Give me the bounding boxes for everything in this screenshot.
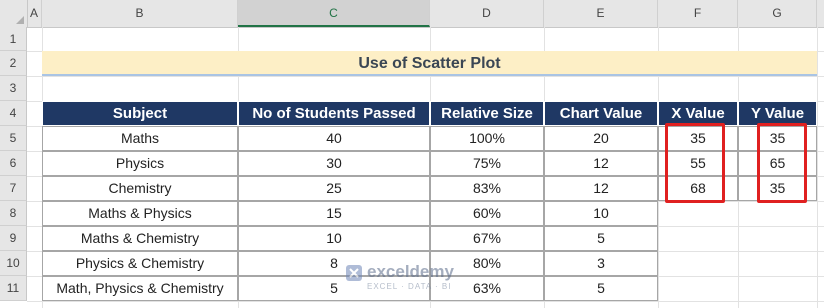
table-cell[interactable]: 25	[238, 176, 430, 201]
row-header-11[interactable]: 11	[0, 276, 27, 301]
y-value-highlight-box	[757, 123, 807, 203]
table-cell[interactable]: 5	[544, 226, 658, 251]
gridline	[817, 27, 818, 308]
column-header-c[interactable]: C	[238, 0, 430, 27]
table-cell[interactable]: 15	[238, 201, 430, 226]
row-header-1[interactable]: 1	[0, 27, 27, 51]
table-cell[interactable]: 20	[544, 126, 658, 151]
table-cell[interactable]: Maths	[42, 126, 238, 151]
row-header-4[interactable]: 4	[0, 101, 27, 126]
gridline	[27, 76, 824, 77]
select-all-icon	[16, 16, 24, 24]
header-relative-size[interactable]: Relative Size	[430, 101, 544, 126]
table-cell[interactable]: 12	[544, 176, 658, 201]
header-students-passed[interactable]: No of Students Passed	[238, 101, 430, 126]
header-subject[interactable]: Subject	[42, 101, 238, 126]
row-header-8[interactable]: 8	[0, 201, 27, 226]
row-header-6[interactable]: 6	[0, 151, 27, 176]
table-cell[interactable]: Chemistry	[42, 176, 238, 201]
table-cell[interactable]: 12	[544, 151, 658, 176]
table-cell[interactable]: 3	[544, 251, 658, 276]
exceldemy-logo-icon	[346, 265, 362, 281]
row-header-7[interactable]: 7	[0, 176, 27, 201]
table-cell[interactable]: Physics	[42, 151, 238, 176]
watermark-name: exceldemy	[367, 262, 454, 281]
table-cell[interactable]: Maths & Physics	[42, 201, 238, 226]
row-header-10[interactable]: 10	[0, 251, 27, 276]
select-all-corner[interactable]	[0, 0, 28, 27]
gridline	[27, 301, 824, 302]
table-cell[interactable]: Math, Physics & Chemistry	[42, 276, 238, 301]
row-header-3[interactable]: 3	[0, 76, 27, 101]
header-chart-value[interactable]: Chart Value	[544, 101, 658, 126]
column-header-a[interactable]: A	[27, 0, 42, 27]
table-cell[interactable]: 67%	[430, 226, 544, 251]
table-cell[interactable]: Physics & Chemistry	[42, 251, 238, 276]
row-header-5[interactable]: 5	[0, 126, 27, 151]
column-header-g[interactable]: G	[738, 0, 817, 27]
column-header-b[interactable]: B	[42, 0, 238, 27]
column-header-e[interactable]: E	[544, 0, 658, 27]
table-cell[interactable]: 40	[238, 126, 430, 151]
table-cell[interactable]: 83%	[430, 176, 544, 201]
table-cell[interactable]: 5	[544, 276, 658, 301]
watermark-tagline: EXCEL · DATA · BI	[367, 282, 452, 291]
table-cell[interactable]: 60%	[430, 201, 544, 226]
row-header-2[interactable]: 2	[0, 51, 27, 76]
column-header-f[interactable]: F	[658, 0, 738, 27]
row-header-9[interactable]: 9	[0, 226, 27, 251]
table-cell[interactable]: 10	[238, 226, 430, 251]
table-cell[interactable]: 30	[238, 151, 430, 176]
table-cell[interactable]: 10	[544, 201, 658, 226]
x-value-highlight-box	[665, 123, 725, 203]
column-header-d[interactable]: D	[430, 0, 544, 27]
sheet-title: Use of Scatter Plot	[358, 55, 501, 72]
table-cell[interactable]: 100%	[430, 126, 544, 151]
table-cell[interactable]: 75%	[430, 151, 544, 176]
table-cell[interactable]: Maths & Chemistry	[42, 226, 238, 251]
